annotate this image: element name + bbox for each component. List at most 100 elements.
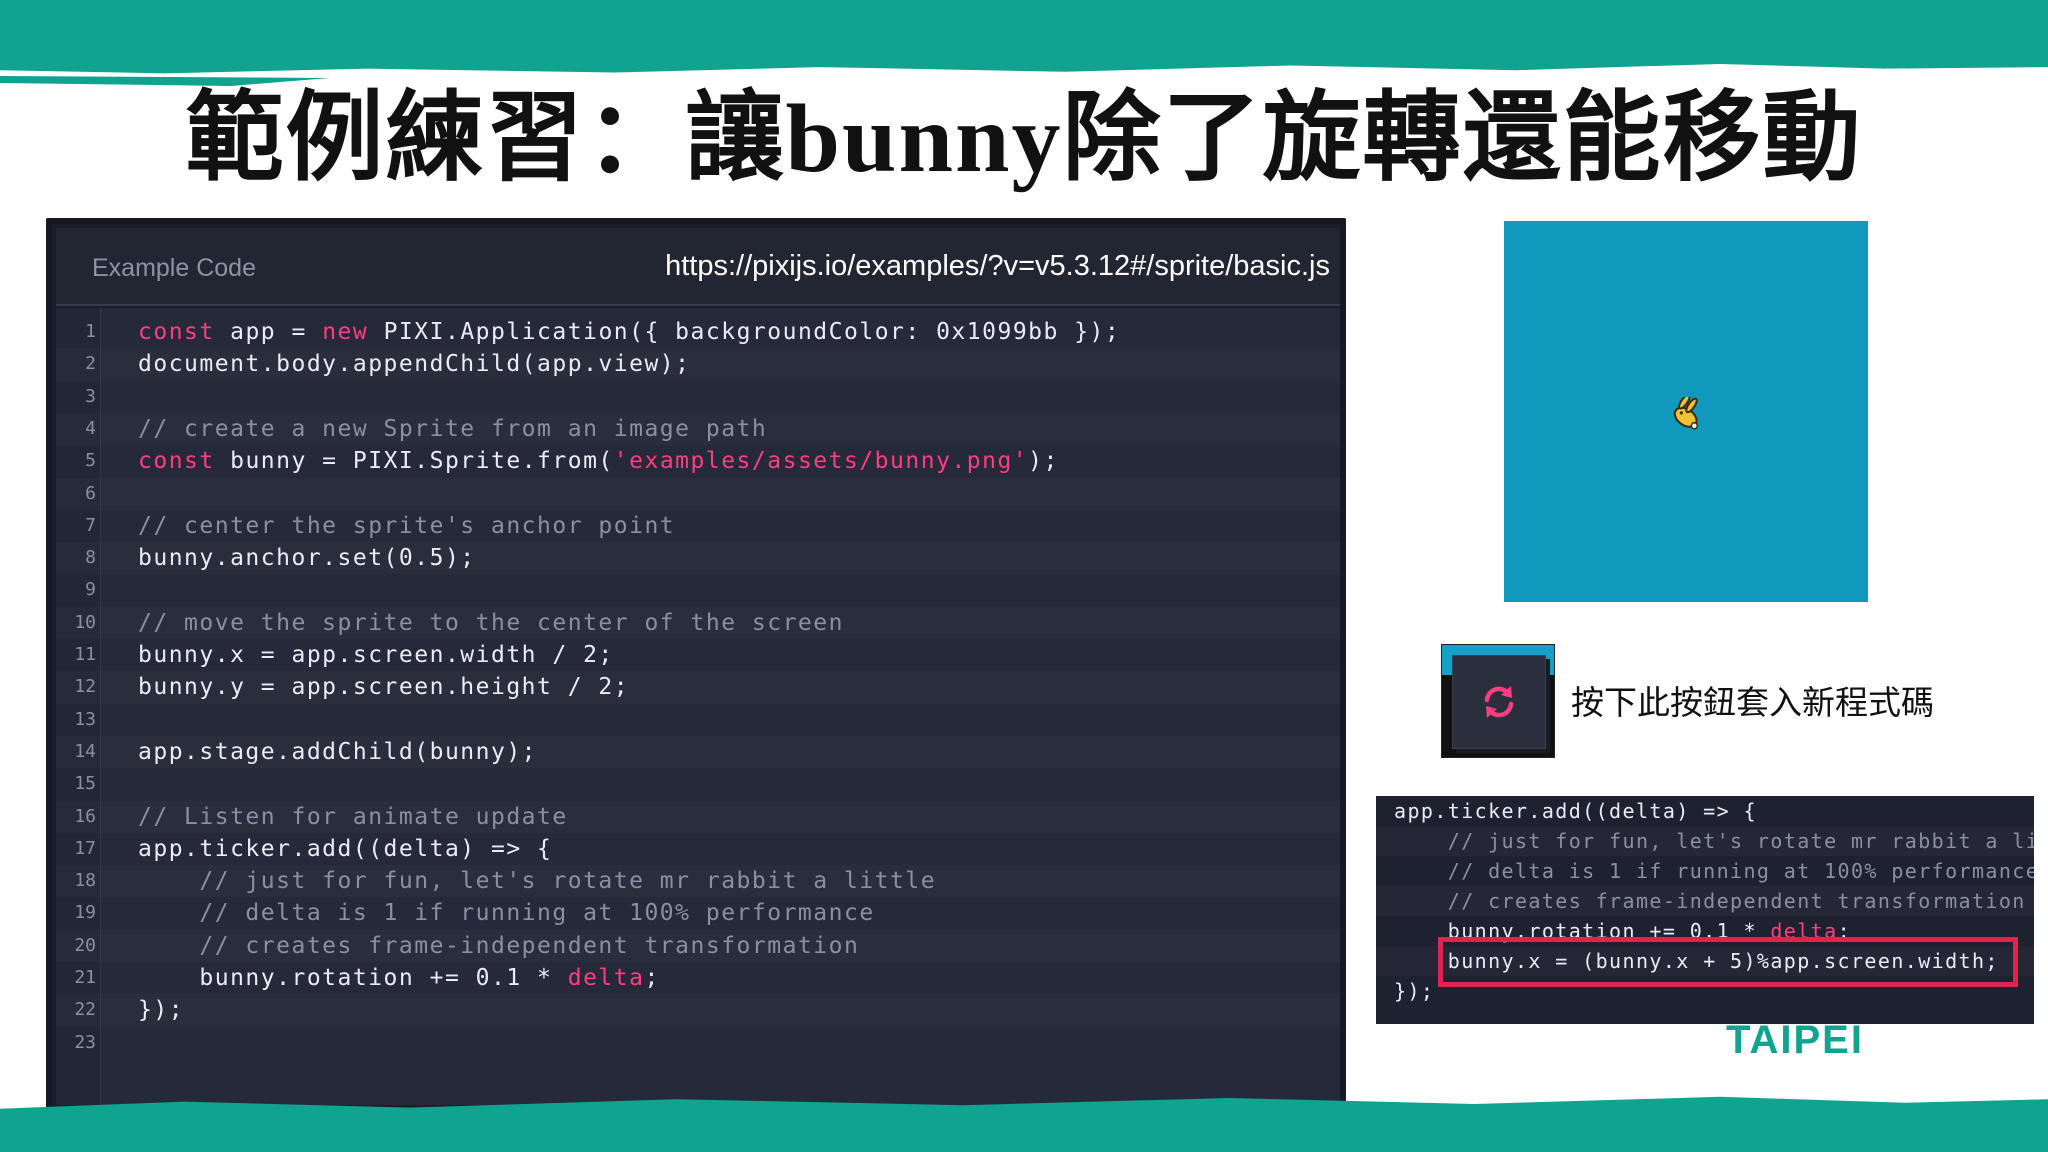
reload-button-frame [1441, 644, 1555, 758]
code-line: 23 [56, 1027, 1340, 1059]
snippet-text: // creates frame-independent transformat… [1394, 886, 2026, 916]
code-text: }); [138, 994, 184, 1026]
code-panel-title: Example Code [92, 254, 256, 282]
refresh-icon [1484, 686, 1514, 718]
code-text: bunny.x = app.screen.width / 2; [138, 639, 614, 671]
line-number: 20 [74, 934, 96, 956]
code-text: // move the sprite to the center of the … [138, 607, 844, 639]
code-token: bunny.y = app.screen.height / 2; [138, 674, 630, 701]
code-line: 8 bunny.anchor.set(0.5); [56, 542, 1340, 574]
code-token: app = [214, 319, 323, 345]
line-number: 22 [74, 999, 96, 1021]
code-text: // just for fun, let's rotate mr rabbit … [138, 865, 936, 897]
snippet-line: app.ticker.add((delta) => { [1376, 796, 2034, 826]
line-number: 18 [74, 870, 96, 892]
code-token: new [322, 319, 369, 345]
reload-button[interactable] [1452, 655, 1546, 749]
code-token: bunny.rotation += 0.1 * [138, 965, 568, 991]
code-line: 5 const bunny = PIXI.Sprite.from('example… [56, 445, 1340, 477]
code-line: 21 bunny.rotation += 0.1 * delta; [56, 962, 1340, 994]
code-text: // delta is 1 if running at 100% perform… [138, 897, 875, 929]
line-number: 3 [85, 385, 96, 407]
button-instruction: 按下此按鈕套入新程式碼 [1571, 683, 1934, 722]
code-line: 11 bunny.x = app.screen.width / 2; [56, 639, 1340, 671]
code-line: 10 // move the sprite to the center of th… [56, 607, 1340, 639]
code-line: 18 // just for fun, let's rotate mr rabb… [56, 865, 1340, 897]
code-text: bunny.y = app.screen.height / 2; [138, 671, 629, 703]
code-line: 7 // center the sprite's anchor point [56, 510, 1340, 542]
example-url[interactable]: https://pixijs.io/examples/?v=v5.3.12#/s… [665, 250, 1330, 283]
code-text: const bunny = PIXI.Sprite.from('examples… [138, 445, 1059, 477]
code-text: // create a new Sprite from an image pat… [138, 413, 767, 445]
added-line-highlight [1438, 937, 2018, 987]
code-token: delta [567, 965, 645, 991]
code-text: const app = new PIXI.Application({ backg… [138, 316, 1120, 348]
snippet-line: // creates frame-independent transformat… [1376, 886, 2034, 916]
pixi-preview-canvas[interactable] [1504, 221, 1868, 602]
code-text: bunny.rotation += 0.1 * delta; [138, 962, 660, 994]
code-line: 19 // delta is 1 if running at 100% perf… [56, 897, 1340, 929]
line-number: 4 [85, 417, 96, 439]
bunny-sprite-icon [1673, 397, 1699, 430]
code-line: 13 [56, 704, 1340, 736]
line-number: 21 [74, 967, 96, 988]
code-line: 3 [56, 381, 1340, 413]
line-number: 2 [85, 353, 96, 375]
code-text: document.body.appendChild(app.view); [138, 348, 691, 380]
code-editor[interactable]: 1 const app = new PIXI.Application({ back… [56, 308, 1340, 1105]
snippet-line: // just for fun, let's rotate mr rabbit … [1376, 826, 2034, 856]
line-number: 7 [85, 514, 96, 536]
code-token: // create a new Sprite from an image pat… [138, 415, 768, 442]
code-token: app.stage.addChild(bunny); [138, 738, 538, 765]
line-number: 14 [74, 740, 96, 762]
code-text: app.ticker.add((delta) => { [138, 833, 552, 865]
line-number: 6 [85, 482, 96, 504]
code-token: PIXI.Application({ backgroundColor: 0x10… [368, 319, 1121, 345]
code-text: // center the sprite's anchor point [138, 510, 675, 542]
code-token: // delta is 1 if running at 100% perform… [138, 900, 875, 927]
code-text: bunny.anchor.set(0.5); [138, 542, 476, 574]
code-line: 14 app.stage.addChild(bunny); [56, 736, 1340, 768]
line-number: 10 [74, 611, 96, 633]
line-number: 9 [85, 579, 96, 601]
code-token: }); [1394, 979, 1435, 1003]
code-line: 17 app.ticker.add((delta) => { [56, 833, 1340, 865]
code-token: // creates frame-independent transformat… [138, 932, 860, 959]
snippet-text: // delta is 1 if running at 100% perform… [1394, 856, 2034, 886]
snippet-text: app.ticker.add((delta) => { [1394, 796, 1757, 826]
code-line: 1 const app = new PIXI.Application({ back… [56, 316, 1340, 348]
code-line: 2 document.body.appendChild(app.view); [56, 348, 1340, 380]
code-token: app.ticker.add((delta) => { [1394, 799, 1757, 823]
example-code-panel: Example Code https://pixijs.io/examples/… [46, 218, 1346, 1115]
code-text: // creates frame-independent transformat… [138, 930, 859, 962]
code-token: // move the sprite to the center of the … [138, 609, 844, 636]
code-token: const [138, 448, 215, 475]
line-number: 11 [74, 644, 96, 665]
code-line: 9 [56, 574, 1340, 606]
code-line: 12 bunny.y = app.screen.height / 2; [56, 671, 1340, 703]
code-token: bunny = PIXI.Sprite.from( [214, 448, 614, 475]
code-line: 22}); [56, 994, 1340, 1026]
code-token: ; [644, 965, 660, 991]
code-token: // delta is 1 if running at 100% perform… [1394, 859, 2034, 883]
line-number: 15 [74, 773, 96, 795]
line-number: 23 [74, 1031, 96, 1053]
code-token: // Listen for animate update [138, 803, 568, 830]
line-number: 16 [74, 805, 96, 827]
code-line: 15 [56, 768, 1340, 800]
line-number: 8 [85, 547, 96, 569]
code-token: app.ticker.add((delta) => { [138, 835, 553, 862]
code-token: const [138, 319, 215, 345]
code-token: }); [138, 997, 185, 1024]
snippet-text: // just for fun, let's rotate mr rabbit … [1394, 826, 2034, 856]
line-number: 1 [85, 321, 96, 342]
snippet-line: // delta is 1 if running at 100% perform… [1376, 856, 2034, 886]
line-number: 12 [74, 676, 96, 698]
line-number: 17 [74, 837, 96, 859]
code-line: 6 [56, 478, 1340, 510]
code-token: bunny.anchor.set(0.5); [138, 545, 476, 572]
code-token: document.body.appendChild(app.view); [138, 351, 691, 378]
code-token: bunny.x = app.screen.width / 2; [138, 642, 614, 668]
line-number: 5 [85, 450, 96, 472]
slide-title: 範例練習：讓bunny除了旋轉還能移動 [185, 85, 1863, 193]
